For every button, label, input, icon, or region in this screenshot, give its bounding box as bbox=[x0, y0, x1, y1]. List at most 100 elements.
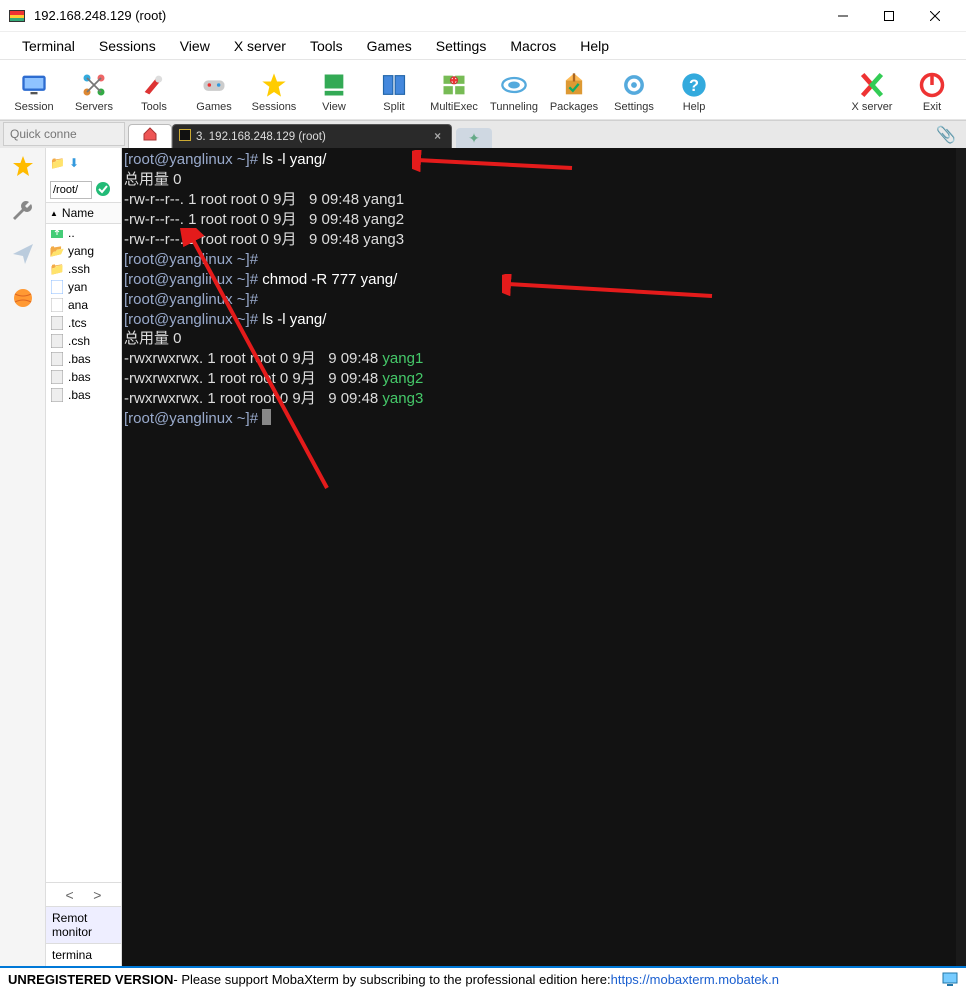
tool-packages[interactable]: Packages bbox=[544, 64, 604, 120]
folder-icon: 📁 bbox=[50, 262, 64, 276]
tool-help[interactable]: ?Help bbox=[664, 64, 724, 120]
sftp-item-up[interactable]: .. bbox=[46, 224, 121, 242]
sftp-item-file[interactable]: yan bbox=[46, 278, 121, 296]
tab-remote-monitor[interactable]: Remotmonitor bbox=[46, 907, 121, 943]
sftp-path-row bbox=[46, 178, 121, 202]
tool-xserver[interactable]: X server bbox=[842, 64, 902, 120]
new-tab-button[interactable]: ✦ bbox=[456, 128, 492, 148]
tabbar: 3. 192.168.248.129 (root) × ✦ 📎 bbox=[0, 120, 966, 148]
menu-games[interactable]: Games bbox=[355, 34, 424, 58]
sftp-item-file[interactable]: .csh bbox=[46, 332, 121, 350]
sftp-item-file[interactable]: .bas bbox=[46, 386, 121, 404]
menu-settings[interactable]: Settings bbox=[424, 34, 499, 58]
tool-tools[interactable]: Tools bbox=[124, 64, 184, 120]
minimize-button[interactable] bbox=[820, 1, 866, 31]
tool-settings[interactable]: Settings bbox=[604, 64, 664, 120]
servers-icon bbox=[80, 71, 108, 99]
tool-split[interactable]: Split bbox=[364, 64, 424, 120]
arrow-left-icon[interactable]: < bbox=[66, 887, 74, 903]
menu-view[interactable]: View bbox=[168, 34, 222, 58]
power-icon bbox=[918, 71, 946, 99]
menu-help[interactable]: Help bbox=[568, 34, 621, 58]
up-folder-icon bbox=[50, 226, 64, 240]
cursor bbox=[262, 409, 271, 425]
multiexec-icon bbox=[440, 71, 468, 99]
window-title: 192.168.248.129 (root) bbox=[34, 8, 820, 23]
sftp-path-input[interactable] bbox=[50, 181, 92, 199]
download-icon[interactable]: ⬇ bbox=[69, 156, 79, 170]
arrow-right-icon[interactable]: > bbox=[93, 887, 101, 903]
quick-connect-input[interactable] bbox=[3, 122, 125, 146]
svg-text:?: ? bbox=[689, 76, 699, 94]
tool-servers[interactable]: Servers bbox=[64, 64, 124, 120]
terminal[interactable]: [root@yanglinux ~]# ls -l yang/ 总用量 0 -r… bbox=[122, 148, 966, 966]
view-icon bbox=[320, 71, 348, 99]
version-label: UNREGISTERED VERSION bbox=[8, 972, 173, 987]
toolbar: Session Servers Tools Games Sessions Vie… bbox=[0, 60, 966, 120]
menu-terminal[interactable]: Terminal bbox=[10, 34, 87, 58]
terminal-scrollbar[interactable] bbox=[956, 148, 966, 966]
sftp-item-folder[interactable]: 📁.ssh bbox=[46, 260, 121, 278]
home-icon bbox=[142, 126, 158, 147]
menu-macros[interactable]: Macros bbox=[498, 34, 568, 58]
gamepad-icon bbox=[200, 71, 228, 99]
footer: UNREGISTERED VERSION - Please support Mo… bbox=[0, 966, 966, 990]
folder-icon[interactable]: 📁 bbox=[50, 156, 65, 170]
folder-icon: 📂 bbox=[50, 244, 64, 258]
sftp-item-folder[interactable]: 📂yang bbox=[46, 242, 121, 260]
session-tab[interactable]: 3. 192.168.248.129 (root) × bbox=[172, 124, 452, 148]
file-icon bbox=[50, 334, 64, 348]
sftp-header[interactable]: ▲ Name bbox=[46, 202, 121, 224]
file-icon bbox=[50, 316, 64, 330]
menubar: Terminal Sessions View X server Tools Ga… bbox=[0, 32, 966, 60]
file-icon bbox=[50, 370, 64, 384]
tool-exit[interactable]: Exit bbox=[902, 64, 962, 120]
sftp-item-file[interactable]: .bas bbox=[46, 368, 121, 386]
tool-sessions[interactable]: Sessions bbox=[244, 64, 304, 120]
wrench-icon[interactable] bbox=[11, 198, 35, 222]
terminal-icon bbox=[179, 129, 191, 144]
paperclip-icon[interactable]: 📎 bbox=[936, 125, 956, 145]
home-tab[interactable] bbox=[128, 124, 172, 148]
file-icon bbox=[50, 280, 64, 294]
send-icon[interactable] bbox=[11, 242, 35, 266]
help-icon: ? bbox=[680, 71, 708, 99]
sftp-file-list[interactable]: .. 📂yang 📁.ssh yan ana .tcs .csh .bas .b… bbox=[46, 224, 121, 882]
packages-icon bbox=[560, 71, 588, 99]
tool-games[interactable]: Games bbox=[184, 64, 244, 120]
tab-label: 3. 192.168.248.129 (root) bbox=[196, 131, 326, 143]
sftp-item-file[interactable]: ana bbox=[46, 296, 121, 314]
menu-xserver[interactable]: X server bbox=[222, 34, 298, 58]
favorites-icon[interactable] bbox=[11, 154, 35, 178]
file-icon bbox=[50, 298, 64, 312]
knife-icon bbox=[140, 71, 168, 99]
file-icon bbox=[50, 388, 64, 402]
tool-multiexec[interactable]: MultiExec bbox=[424, 64, 484, 120]
sort-asc-icon: ▲ bbox=[50, 209, 58, 218]
tool-tunneling[interactable]: Tunneling bbox=[484, 64, 544, 120]
sftp-item-file[interactable]: .tcs bbox=[46, 314, 121, 332]
tool-session[interactable]: Session bbox=[4, 64, 64, 120]
maximize-button[interactable] bbox=[866, 1, 912, 31]
sftp-item-file[interactable]: .bas bbox=[46, 350, 121, 368]
monitor-icon bbox=[20, 71, 48, 99]
tool-view[interactable]: View bbox=[304, 64, 364, 120]
footer-text: - Please support MobaXterm by subscribin… bbox=[173, 972, 610, 987]
titlebar: 192.168.248.129 (root) bbox=[0, 0, 966, 32]
tab-close-button[interactable]: × bbox=[430, 131, 445, 143]
check-icon[interactable] bbox=[95, 181, 111, 200]
tunneling-icon bbox=[500, 71, 528, 99]
footer-link[interactable]: https://mobaxterm.mobatek.n bbox=[611, 972, 779, 987]
monitor-small-icon[interactable] bbox=[942, 972, 958, 986]
globe-icon[interactable] bbox=[11, 286, 35, 310]
sftp-nav: < > bbox=[46, 882, 121, 906]
close-button[interactable] bbox=[912, 1, 958, 31]
x-icon bbox=[858, 71, 886, 99]
menu-sessions[interactable]: Sessions bbox=[87, 34, 168, 58]
sftp-panel: 📁 ⬇ ▲ Name .. 📂yang 📁.ssh yan ana .tcs .… bbox=[46, 148, 122, 966]
star-icon bbox=[260, 71, 288, 99]
sftp-toolbar: 📁 ⬇ bbox=[46, 148, 121, 178]
split-icon bbox=[380, 71, 408, 99]
tab-terminal[interactable]: termina bbox=[46, 943, 121, 966]
menu-tools[interactable]: Tools bbox=[298, 34, 355, 58]
